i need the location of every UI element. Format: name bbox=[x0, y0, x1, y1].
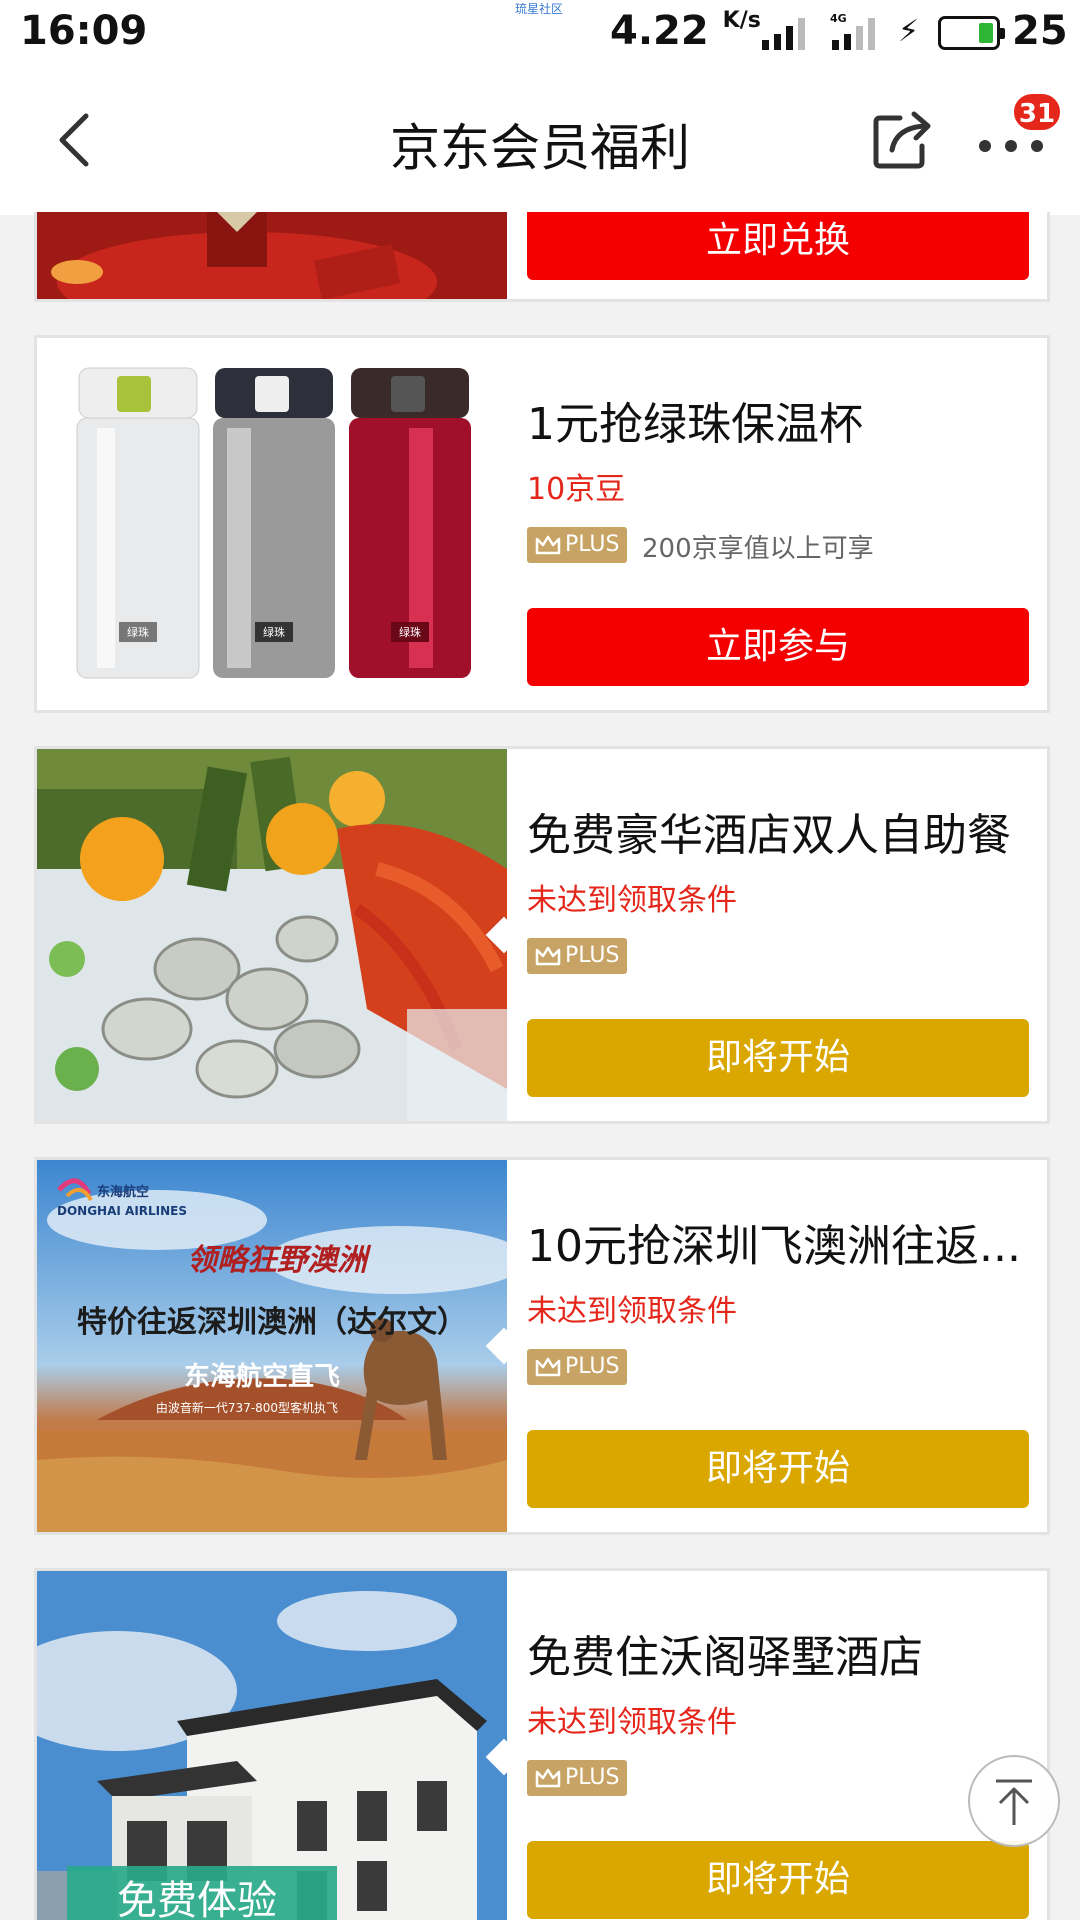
crown-icon bbox=[535, 535, 561, 555]
reward-card: 绿珠 绿珠 绿珠 1元抢绿珠保温杯 10京豆 PLUS 200京享值以上可享 立… bbox=[34, 335, 1050, 713]
svg-text:由波音新一代737-800型客机执飞: 由波音新一代737-800型客机执飞 bbox=[156, 1400, 338, 1415]
plus-badge: PLUS bbox=[527, 938, 627, 974]
svg-text:免费体验: 免费体验 bbox=[117, 1878, 277, 1920]
svg-text:特价往返深圳澳洲（达尔文）: 特价往返深圳澳洲（达尔文） bbox=[77, 1305, 467, 1340]
coming-soon-button[interactable]: 即将开始 bbox=[527, 1841, 1029, 1919]
participate-now-button[interactable]: 立即参与 bbox=[527, 608, 1029, 686]
card-status: 未达到领取条件 bbox=[527, 1294, 737, 1329]
charging-icon: ⚡ bbox=[898, 14, 920, 49]
svg-text:绿珠: 绿珠 bbox=[399, 625, 421, 639]
plus-label: PLUS bbox=[565, 1765, 620, 1790]
plus-requirement: 200京享值以上可享 bbox=[642, 534, 874, 564]
status-center-text: 琉星社区 bbox=[515, 2, 564, 16]
svg-text:DONGHAI AIRLINES: DONGHAI AIRLINES bbox=[57, 1204, 187, 1218]
reward-card: 免费豪华酒店双人自助餐 未达到领取条件 PLUS 即将开始 bbox=[34, 746, 1050, 1124]
share-icon[interactable] bbox=[870, 106, 934, 170]
speed-unit: K/s bbox=[722, 8, 761, 33]
reward-card: 免费体验 免费住沃阁驿墅酒店 未达到领取条件 PLUS 即将开始 bbox=[34, 1568, 1050, 1920]
svg-text:绿珠: 绿珠 bbox=[263, 625, 285, 639]
card-image bbox=[37, 749, 507, 1121]
card-status: 未达到领取条件 bbox=[527, 1705, 737, 1740]
reward-card: 东海航空 DONGHAI AIRLINES 领略狂野澳洲 特价往返深圳澳洲（达尔… bbox=[34, 1157, 1050, 1535]
coming-soon-button[interactable]: 即将开始 bbox=[527, 1430, 1029, 1508]
cell-signal-icon bbox=[832, 18, 875, 50]
card-image: 绿珠 绿珠 绿珠 bbox=[37, 338, 507, 710]
notification-badge: 31 bbox=[1012, 92, 1062, 132]
card-image: 东海航空 DONGHAI AIRLINES 领略狂野澳洲 特价往返深圳澳洲（达尔… bbox=[37, 1160, 507, 1532]
plus-label: PLUS bbox=[565, 1354, 620, 1379]
card-status: 未达到领取条件 bbox=[527, 883, 737, 918]
plus-label: PLUS bbox=[565, 943, 620, 968]
wifi-signal-icon bbox=[762, 18, 805, 50]
svg-text:领略狂野澳洲: 领略狂野澳洲 bbox=[187, 1243, 372, 1278]
status-time: 16:09 bbox=[20, 8, 148, 54]
card-title: 免费住沃阁驿墅酒店 bbox=[527, 1632, 923, 1683]
card-image bbox=[37, 212, 507, 299]
plus-badge: PLUS bbox=[527, 1760, 627, 1796]
scroll-to-top-icon bbox=[996, 1779, 1032, 1825]
card-subtitle: 10京豆 bbox=[527, 472, 626, 507]
crown-icon bbox=[535, 946, 561, 966]
battery-level: 25 bbox=[1012, 8, 1068, 54]
svg-text:绿珠: 绿珠 bbox=[127, 625, 149, 639]
card-title: 1元抢绿珠保温杯 bbox=[527, 399, 863, 450]
svg-text:东海航空: 东海航空 bbox=[97, 1184, 149, 1200]
nav-bar: 京东会员福利 31 bbox=[0, 70, 1080, 215]
network-speed: 4.22 K/s bbox=[610, 8, 761, 54]
crown-icon bbox=[535, 1357, 561, 1377]
crown-icon bbox=[535, 1768, 561, 1788]
coming-soon-button[interactable]: 即将开始 bbox=[527, 1019, 1029, 1097]
svg-text:东海航空直飞: 东海航空直飞 bbox=[184, 1361, 340, 1392]
plus-badge: PLUS bbox=[527, 527, 627, 563]
redeem-now-button[interactable]: 立即兑换 bbox=[527, 212, 1029, 280]
battery-icon bbox=[938, 16, 1005, 50]
card-title: 10元抢深圳飞澳洲往返... bbox=[527, 1221, 1021, 1272]
scroll-to-top-button[interactable] bbox=[968, 1755, 1060, 1847]
card-image: 免费体验 bbox=[37, 1571, 507, 1920]
plus-badge: PLUS bbox=[527, 1349, 627, 1385]
plus-label: PLUS bbox=[565, 532, 620, 557]
speed-value: 4.22 bbox=[610, 8, 709, 54]
card-title: 免费豪华酒店双人自助餐 bbox=[527, 810, 1011, 861]
reward-card: 立即兑换 bbox=[34, 212, 1050, 302]
more-dots-icon[interactable] bbox=[975, 136, 1047, 156]
status-bar: 16:09 琉星社区 4.22 K/s 4G ⚡ 25 bbox=[0, 0, 1080, 70]
